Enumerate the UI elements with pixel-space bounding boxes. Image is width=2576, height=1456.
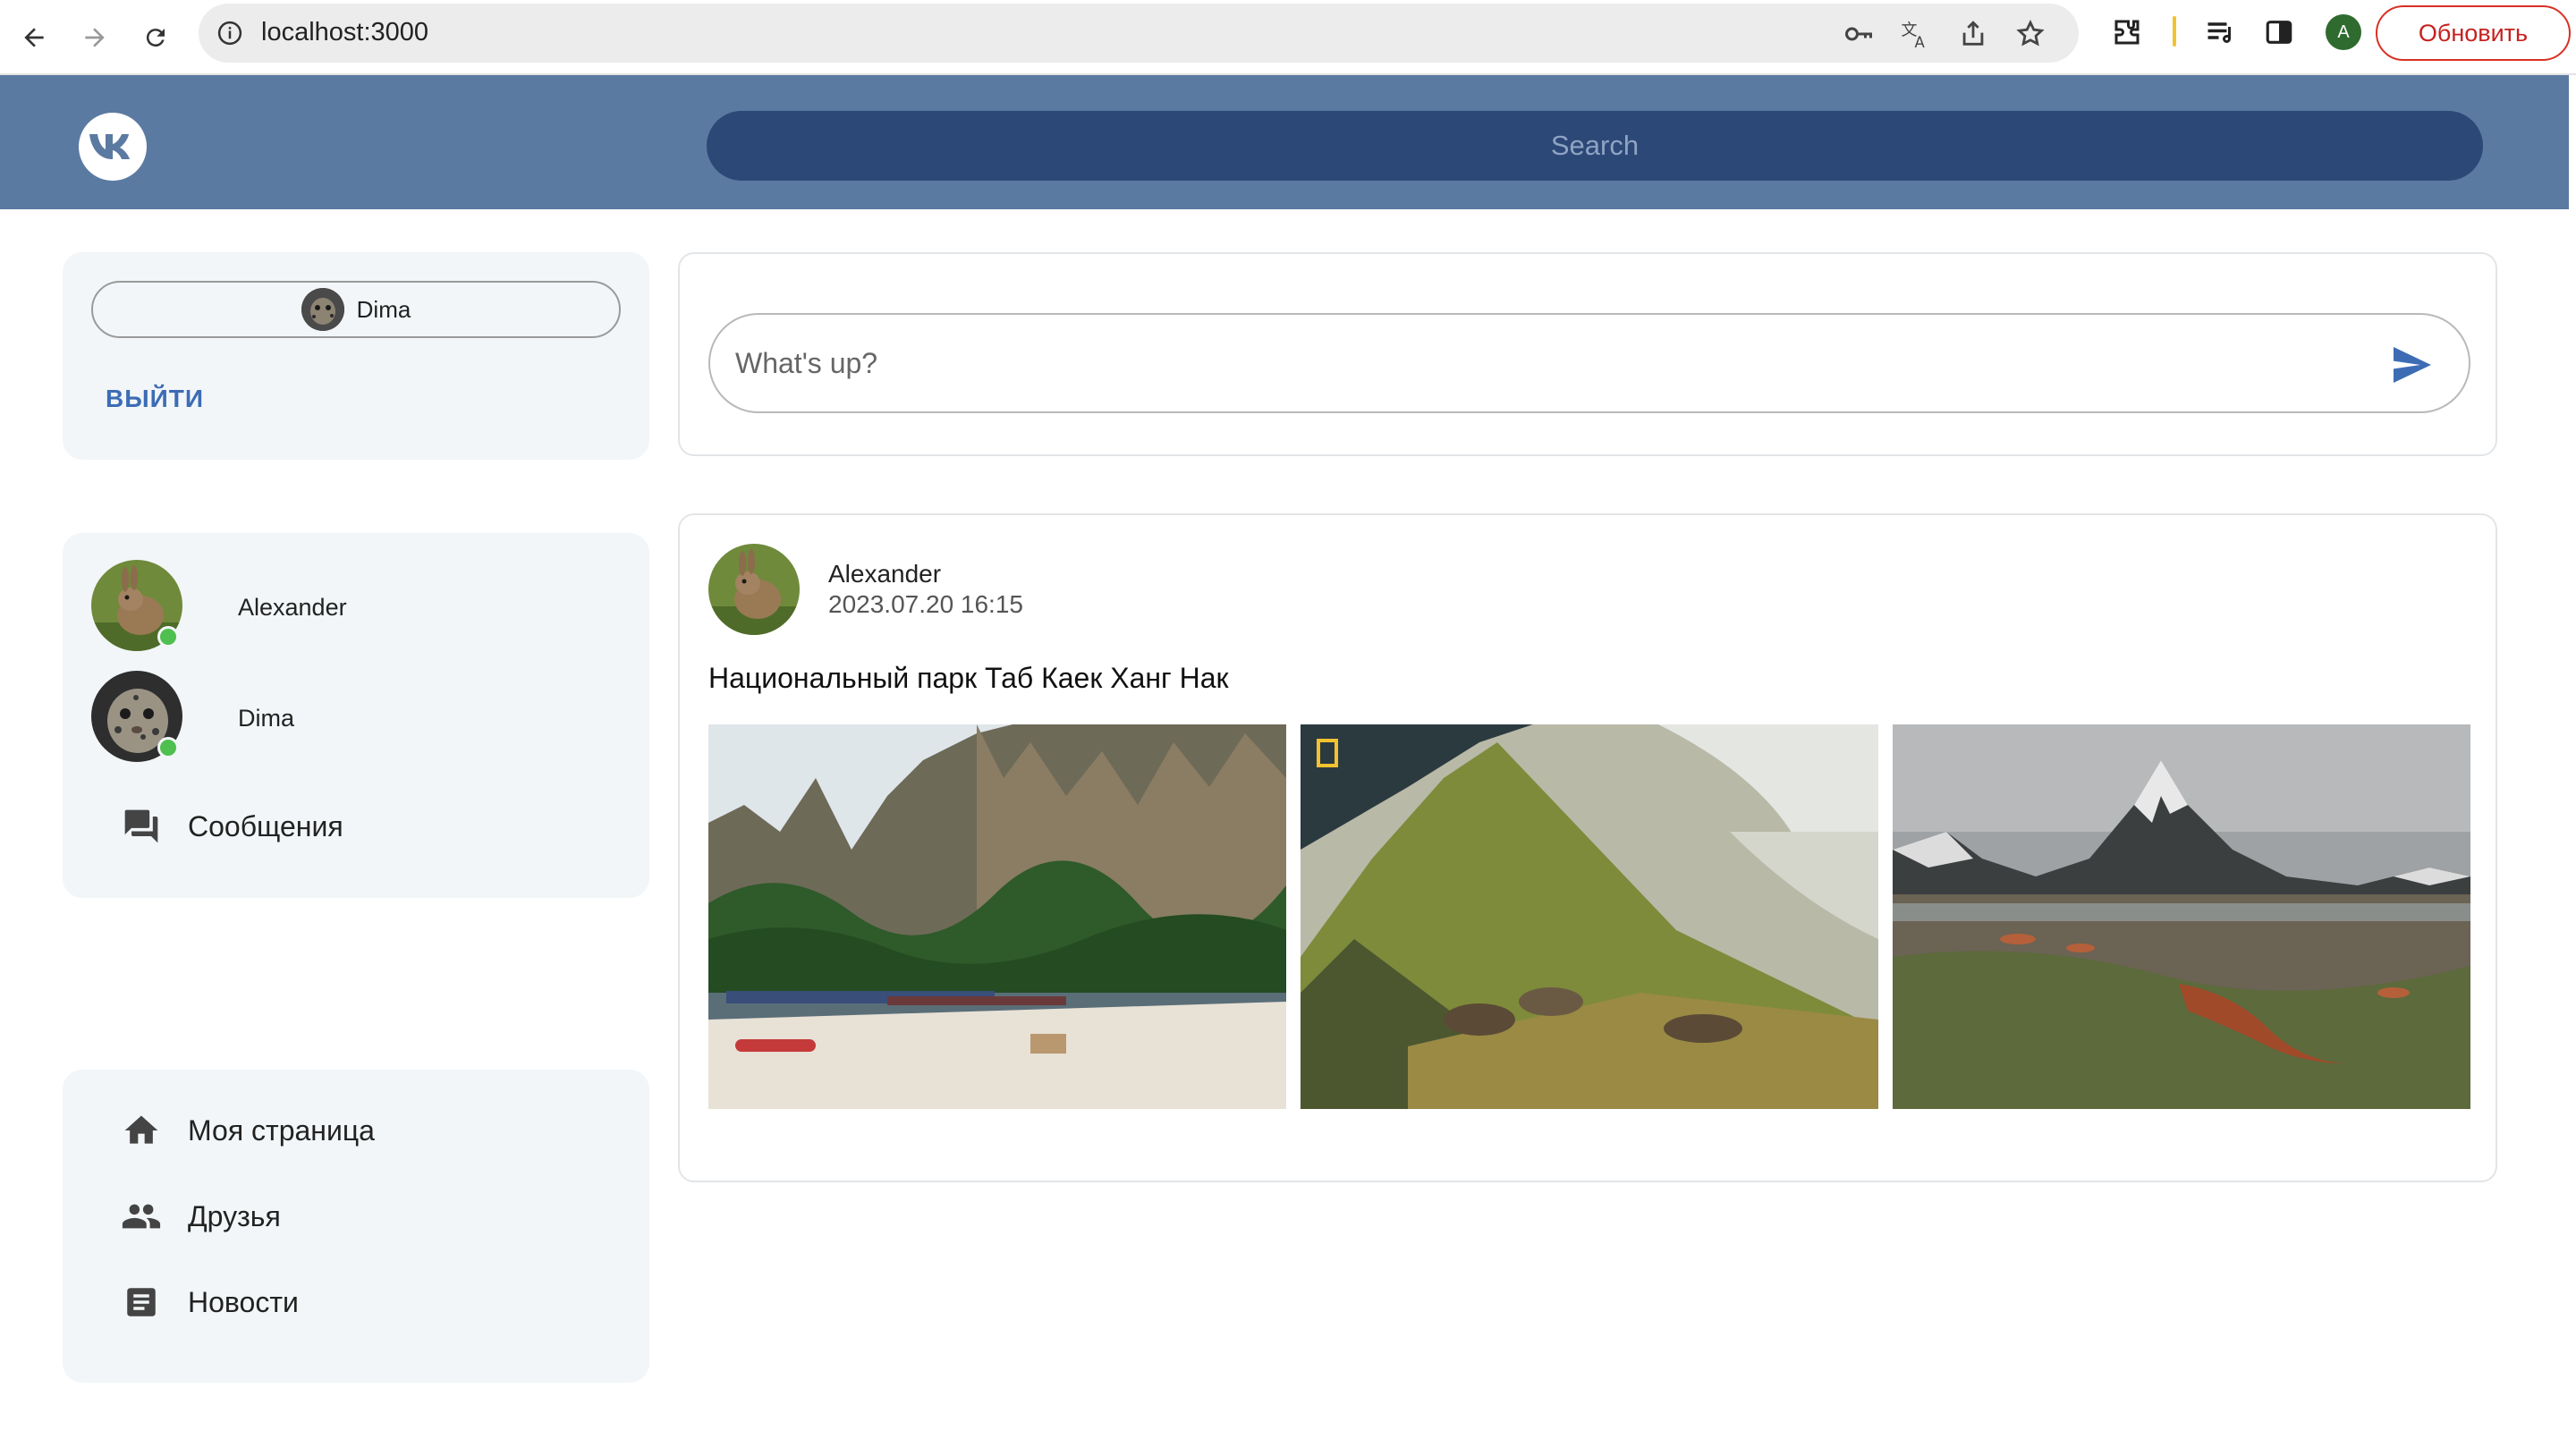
messages-icon — [120, 805, 163, 848]
media-queue-icon[interactable] — [2202, 14, 2238, 50]
side-panel-icon[interactable] — [2261, 14, 2297, 50]
nav-news-label: Новости — [188, 1285, 299, 1318]
messages-link[interactable]: Сообщения — [120, 800, 603, 853]
nav-my-page-label: Моя страница — [188, 1113, 375, 1147]
mountain-ibex-photo[interactable] — [1301, 724, 1878, 1109]
forward-icon[interactable] — [73, 16, 116, 59]
back-icon[interactable] — [13, 16, 55, 59]
share-icon[interactable] — [1957, 18, 1989, 50]
search-input[interactable] — [707, 111, 2483, 181]
post-date: 2023.07.20 16:15 — [828, 590, 1023, 618]
friend-name: Alexander — [238, 594, 347, 621]
home-icon — [120, 1109, 163, 1152]
online-status-dot — [157, 737, 179, 758]
post-text: Национальный парк Таб Каек Ханг Нак — [708, 662, 1229, 694]
address-bar[interactable]: localhost:3000 文A — [199, 4, 2079, 63]
site-info-icon[interactable] — [216, 20, 243, 47]
vk-logo[interactable] — [79, 113, 147, 181]
arctic-peak-photo[interactable] — [1893, 724, 2470, 1109]
profile-avatar[interactable]: A — [2326, 14, 2361, 50]
user-avatar — [301, 288, 344, 331]
article-icon — [120, 1281, 163, 1324]
reload-icon[interactable] — [134, 16, 177, 59]
nav-friends-label: Друзья — [188, 1199, 281, 1232]
password-key-icon[interactable] — [1843, 18, 1875, 50]
nav-friends[interactable]: Друзья — [120, 1189, 603, 1243]
url-text: localhost:3000 — [261, 18, 429, 47]
search-bar[interactable] — [707, 111, 2483, 181]
messages-label: Сообщения — [188, 809, 343, 842]
translate-icon[interactable]: 文A — [1900, 18, 1932, 51]
extensions-icon[interactable] — [2109, 14, 2145, 50]
people-icon — [120, 1195, 163, 1238]
user-name: Dima — [356, 295, 411, 323]
post-author-name[interactable]: Alexander — [828, 560, 941, 588]
logout-button[interactable]: ВЫЙТИ — [106, 385, 204, 413]
post-composer — [678, 252, 2497, 456]
bookmark-star-icon[interactable] — [2014, 18, 2046, 50]
browser-toolbar: localhost:3000 文A A Обновить — [0, 0, 2576, 75]
send-icon[interactable] — [2390, 347, 2433, 383]
svg-text:A: A — [1915, 34, 1926, 50]
navigation-panel: Моя страница Друзья Новости — [63, 1070, 649, 1383]
post-author-avatar[interactable] — [708, 544, 800, 635]
current-user-chip[interactable]: Dima — [91, 281, 621, 338]
online-status-dot — [157, 626, 179, 648]
nav-my-page[interactable]: Моя страница — [120, 1104, 603, 1157]
composer-field[interactable] — [708, 313, 2470, 413]
beach-cliffs-photo[interactable] — [708, 724, 1286, 1109]
friend-name: Dima — [238, 705, 295, 732]
friends-panel: Alexander Dima Сообщения — [63, 533, 649, 898]
composer-input[interactable] — [735, 315, 2381, 411]
nav-news[interactable]: Новости — [120, 1275, 603, 1329]
post-card: Alexander 2023.07.20 16:15 Национальный … — [678, 513, 2497, 1182]
update-button[interactable]: Обновить — [2376, 5, 2571, 61]
friend-item[interactable]: Alexander — [91, 560, 592, 653]
friend-item[interactable]: Dima — [91, 671, 592, 764]
account-panel: Dima ВЫЙТИ — [63, 252, 649, 460]
toolbar-divider — [2173, 16, 2176, 47]
